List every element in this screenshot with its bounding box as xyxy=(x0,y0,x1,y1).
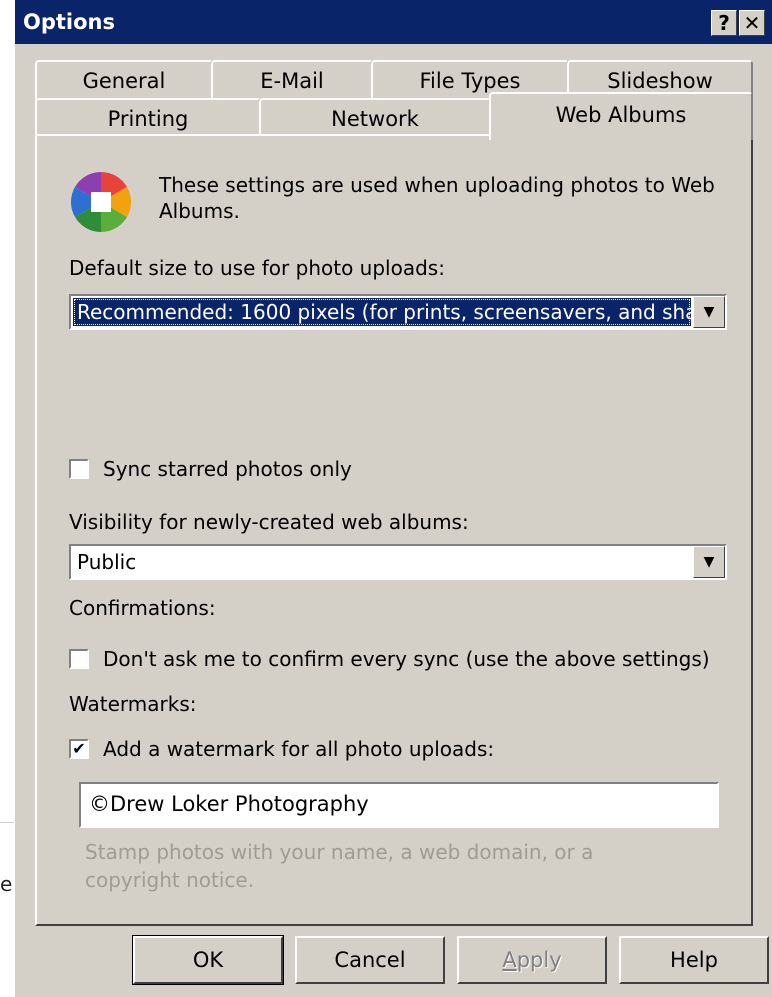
no-confirm-checkbox-row[interactable]: Don't ask me to confirm every sync (use … xyxy=(69,646,710,672)
cancel-button[interactable]: Cancel xyxy=(295,936,445,984)
apply-label: pply xyxy=(516,948,562,972)
visibility-value: Public xyxy=(77,550,137,574)
help-title-button[interactable]: ? xyxy=(711,10,737,36)
apply-mnemonic: A xyxy=(502,948,517,972)
dialog-title: Options xyxy=(23,10,115,34)
sync-starred-checkbox-row[interactable]: Sync starred photos only xyxy=(69,456,352,482)
help-button[interactable]: Help xyxy=(619,936,769,984)
apply-button[interactable]: Apply xyxy=(457,936,607,984)
chevron-down-icon[interactable]: ▼ xyxy=(693,546,725,578)
upload-size-value: Recommended: 1600 pixels (for prints, sc… xyxy=(73,298,691,326)
upload-size-dropdown[interactable]: Recommended: 1600 pixels (for prints, sc… xyxy=(69,294,727,330)
tab-email[interactable]: E-Mail xyxy=(211,60,373,100)
background-text-fragment: e xyxy=(0,872,13,896)
watermarks-label: Watermarks: xyxy=(69,692,197,716)
watermark-hint: Stamp photos with your name, a web domai… xyxy=(85,840,594,892)
intro-text: These settings are used when uploading p… xyxy=(159,173,715,223)
sync-starred-checkbox[interactable] xyxy=(69,459,89,479)
confirmations-label: Confirmations: xyxy=(69,596,216,620)
tab-web-albums[interactable]: Web Albums xyxy=(489,92,753,140)
sync-starred-label: Sync starred photos only xyxy=(103,457,352,481)
upload-size-label: Default size to use for photo uploads: xyxy=(69,256,445,280)
no-confirm-label: Don't ask me to confirm every sync (use … xyxy=(103,647,710,671)
tab-general[interactable]: General xyxy=(35,60,213,100)
visibility-dropdown[interactable]: Public ▼ xyxy=(69,544,727,580)
visibility-label: Visibility for newly-created web albums: xyxy=(69,510,469,534)
watermark-label: Add a watermark for all photo uploads: xyxy=(103,737,495,761)
ok-button[interactable]: OK xyxy=(132,935,284,985)
chevron-down-icon[interactable]: ▼ xyxy=(693,296,725,328)
watermark-checkbox[interactable]: ✔ xyxy=(69,739,89,759)
no-confirm-checkbox[interactable] xyxy=(69,649,89,669)
close-title-button[interactable]: ✕ xyxy=(739,10,765,36)
options-dialog: Options ? ✕ General E-Mail File Types Sl… xyxy=(14,0,772,997)
watermark-checkbox-row[interactable]: ✔ Add a watermark for all photo uploads: xyxy=(69,736,494,762)
title-bar: Options ? ✕ xyxy=(15,0,772,44)
picasa-logo-icon xyxy=(70,172,132,232)
watermark-text-field[interactable]: ©Drew Loker Photography xyxy=(79,782,719,828)
